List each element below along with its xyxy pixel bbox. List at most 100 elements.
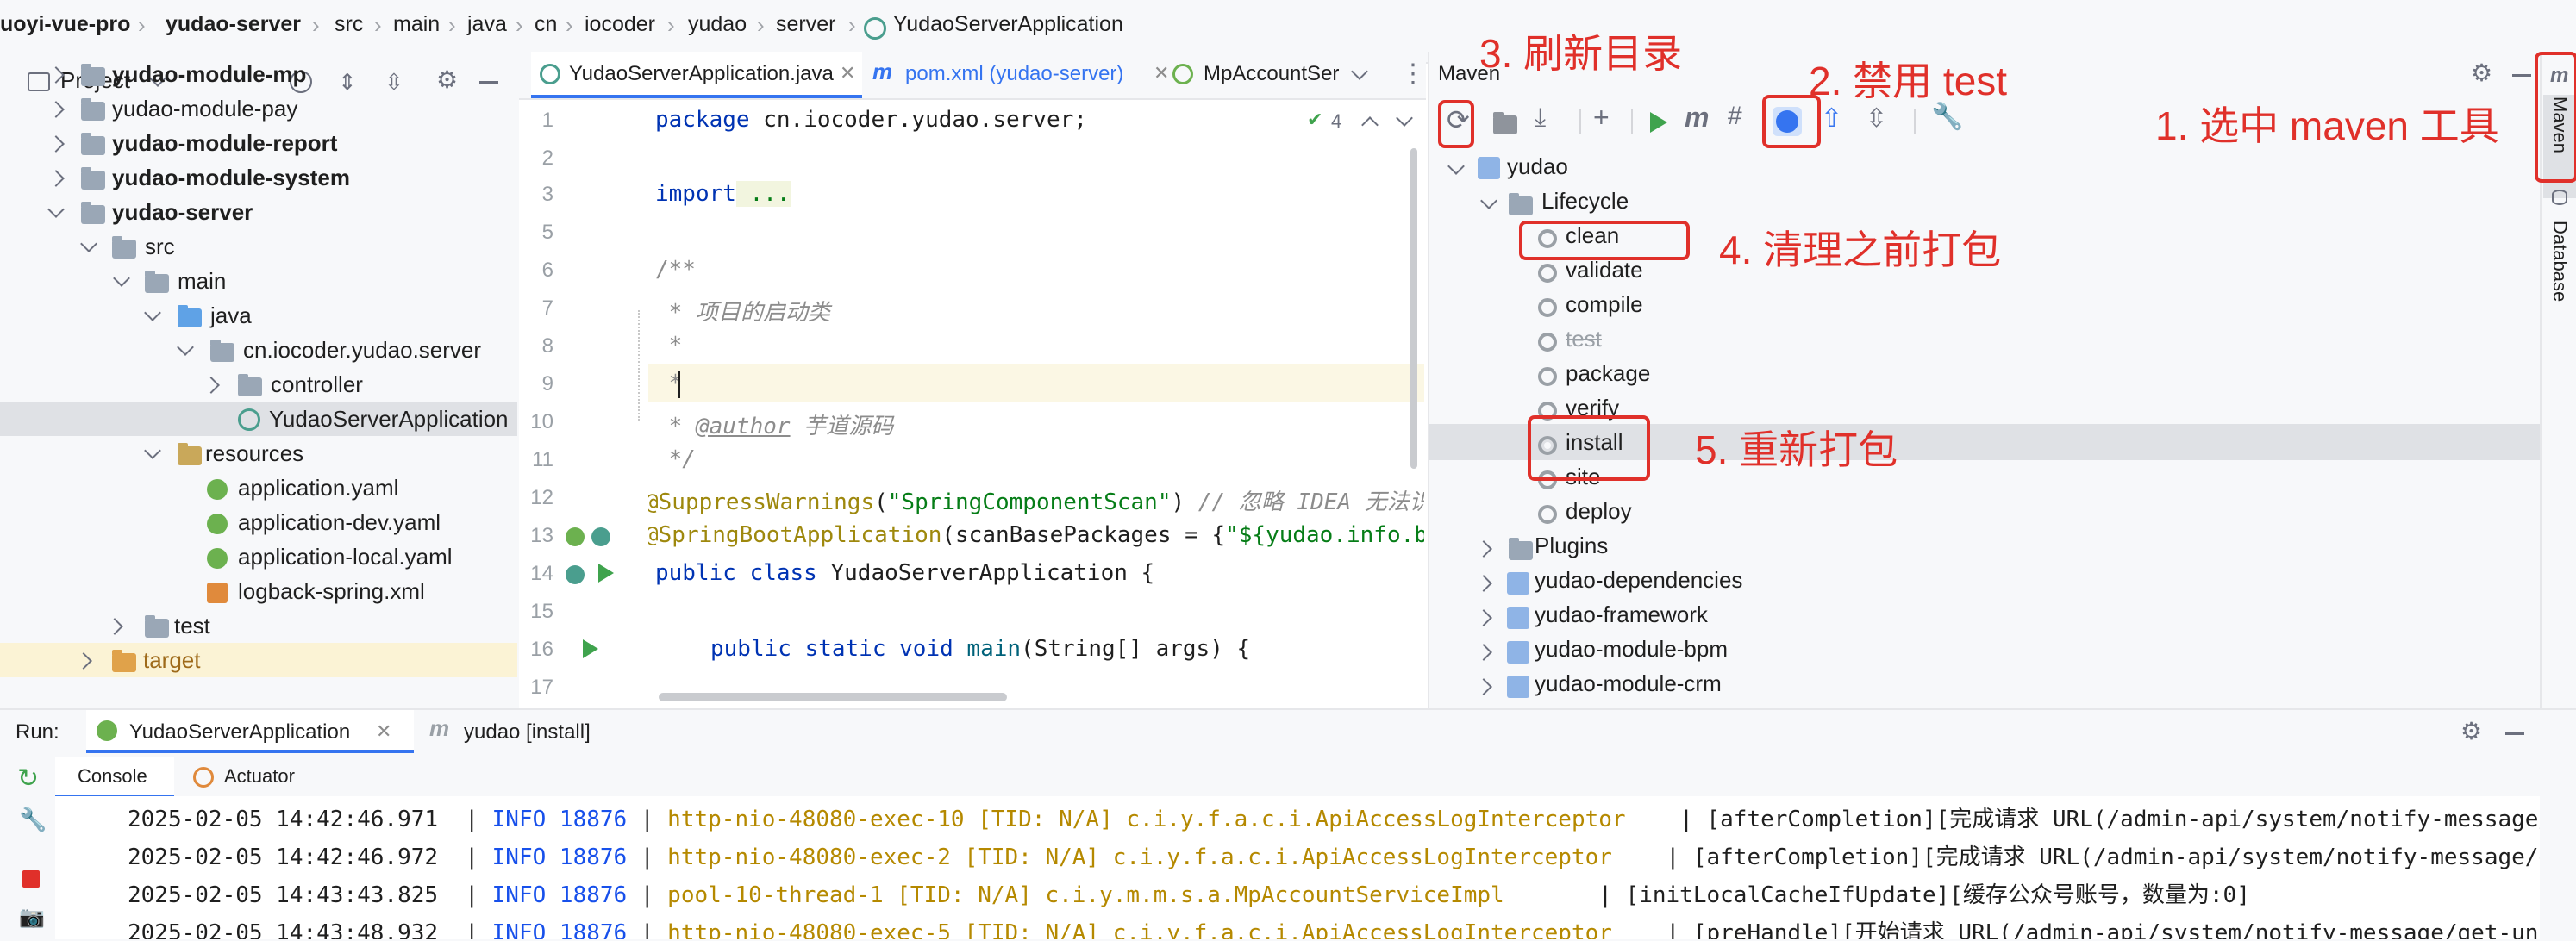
rerun-icon[interactable]: ↻ [17, 763, 39, 794]
console-output[interactable]: 2025-02-05 14:42:46.971 | INFO 18876 | h… [55, 796, 2540, 939]
breadcrumb-item[interactable]: cn [535, 12, 557, 37]
tree-item[interactable]: yudao-module-report [0, 126, 517, 160]
chevron-right-icon[interactable] [47, 170, 65, 187]
plus-icon[interactable]: + [1593, 102, 1610, 134]
breadcrumb-item[interactable]: yudao [688, 12, 747, 37]
goal-package[interactable]: package [1566, 360, 1650, 387]
spring-gutter-icon[interactable] [591, 527, 610, 546]
chevron-right-icon[interactable] [1475, 678, 1492, 695]
minimize-icon[interactable] [2505, 732, 2524, 735]
module-node[interactable]: yudao-module-crm [1535, 670, 1722, 697]
tree-item[interactable]: yudao-server [0, 195, 517, 229]
wrench-icon[interactable]: 🔧 [19, 807, 47, 833]
module-node[interactable]: yudao-dependencies [1535, 567, 1742, 594]
spring-gutter-icon[interactable] [566, 565, 585, 584]
breadcrumb-item[interactable]: server [776, 12, 835, 37]
database-tool-tab[interactable]: Database [2548, 221, 2571, 302]
folded-imports[interactable]: ... [735, 181, 791, 207]
tab-mp-account[interactable]: MpAccountSer [1169, 52, 1350, 98]
tree-item[interactable]: application-local.yaml [0, 539, 517, 574]
tree-item-selected[interactable]: YudaoServerApplication [0, 402, 517, 436]
execute-goal-icon[interactable]: m [1685, 102, 1709, 134]
horizontal-scrollbar[interactable] [659, 693, 1007, 701]
download-icon[interactable]: ⤓ [1535, 103, 1546, 133]
chevron-right-icon[interactable] [203, 377, 220, 394]
chevron-down-icon[interactable] [1351, 63, 1368, 80]
tree-item[interactable]: main [0, 264, 517, 298]
breadcrumb-item[interactable]: yudao-server [166, 12, 301, 37]
lifecycle-node[interactable]: Lifecycle [1541, 188, 1629, 215]
tree-item[interactable]: cn.iocoder.yudao.server [0, 333, 517, 367]
tree-item[interactable]: yudao-module-mp [0, 62, 517, 91]
show-dependencies-icon[interactable]: ⇧ [1821, 103, 1842, 134]
inspection-ok-icon[interactable]: ✔ [1307, 109, 1322, 131]
chevron-right-icon[interactable] [47, 101, 65, 118]
chevron-down-icon[interactable] [47, 201, 65, 218]
chevron-down-icon[interactable] [144, 304, 161, 321]
tree-item[interactable]: java [0, 298, 517, 333]
breadcrumb-item[interactable]: YudaoServerApplication [893, 12, 1123, 37]
gear-icon[interactable]: ⚙ [2471, 59, 2492, 87]
module-node[interactable]: yudao-module-bpm [1535, 636, 1728, 663]
chevron-down-icon[interactable] [177, 339, 194, 356]
run-icon[interactable] [598, 564, 614, 583]
tree-item[interactable]: application-dev.yaml [0, 505, 517, 539]
close-icon[interactable]: ✕ [840, 62, 855, 84]
tab-pom-xml[interactable]: m pom.xml (yudao-server) ✕ [867, 52, 1186, 98]
goal-deploy[interactable]: deploy [1566, 498, 1632, 525]
vertical-scrollbar[interactable] [1410, 148, 1417, 469]
breadcrumb-item[interactable]: main [393, 12, 440, 37]
run-icon[interactable] [583, 639, 598, 658]
tree-item[interactable]: test [0, 608, 517, 643]
chevron-down-icon[interactable] [113, 270, 130, 287]
tree-item[interactable]: resources [0, 436, 517, 470]
add-maven-project-icon[interactable] [1493, 112, 1517, 134]
run-tab-server[interactable]: YudaoServerApplication ✕ [86, 710, 414, 753]
tree-item[interactable]: controller [0, 367, 517, 402]
chevron-right-icon[interactable] [75, 652, 92, 670]
plugins-node[interactable]: Plugins [1535, 533, 1608, 559]
inspection-count[interactable]: 4 [1331, 110, 1341, 133]
chevron-right-icon[interactable] [47, 135, 65, 153]
goal-validate[interactable]: validate [1566, 257, 1643, 284]
camera-icon[interactable]: 📷 [19, 905, 45, 930]
chevron-down-icon[interactable] [80, 235, 97, 252]
chevron-down-icon[interactable] [1480, 192, 1497, 209]
chevron-right-icon[interactable] [1475, 644, 1492, 661]
toggle-offline-icon[interactable]: # [1728, 102, 1742, 131]
subtab-console[interactable]: Console [55, 757, 174, 798]
tab-yudao-server-application[interactable]: YudaoServerApplication.java ✕ [531, 52, 862, 98]
breadcrumb-item[interactable]: src [335, 12, 363, 37]
chevron-down-icon[interactable] [144, 442, 161, 459]
breadcrumb-item[interactable]: iocoder [585, 12, 655, 37]
gear-icon[interactable]: ⚙ [2460, 717, 2482, 745]
run-icon[interactable] [1650, 112, 1667, 133]
chevron-right-icon[interactable] [47, 66, 65, 84]
breadcrumb-item[interactable]: java [467, 12, 507, 37]
chevron-right-icon[interactable] [106, 618, 123, 635]
close-icon[interactable]: ✕ [376, 720, 391, 743]
goal-compile[interactable]: compile [1566, 291, 1643, 318]
spring-bean-gutter-icon[interactable] [566, 527, 585, 546]
collapse-all-icon[interactable]: ⇳ [1866, 103, 1887, 134]
tree-item[interactable]: logback-spring.xml [0, 574, 517, 608]
chevron-right-icon[interactable] [1475, 575, 1492, 592]
tree-item[interactable]: yudao-module-pay [0, 91, 517, 126]
goal-test[interactable]: test [1566, 326, 1602, 352]
maven-root[interactable]: yudao [1507, 153, 1568, 180]
run-tab-install[interactable]: m yudao [install] [426, 710, 633, 753]
chevron-down-icon[interactable] [1447, 158, 1465, 175]
stop-icon[interactable] [22, 870, 40, 888]
chevron-right-icon[interactable] [1475, 609, 1492, 626]
tree-item[interactable]: yudao-module-system [0, 160, 517, 195]
breadcrumb-item[interactable]: uoyi-vue-pro [0, 12, 130, 37]
chevron-right-icon[interactable] [1475, 540, 1492, 558]
minimize-icon[interactable] [2512, 74, 2531, 77]
close-icon[interactable]: ✕ [1154, 62, 1169, 84]
code-area[interactable]: package cn.iocoder.yudao.server; import … [648, 100, 1424, 708]
module-node[interactable]: yudao-framework [1535, 601, 1708, 628]
tree-item[interactable]: target [0, 643, 517, 677]
tree-item[interactable]: src [0, 229, 517, 264]
subtab-actuator[interactable]: Actuator [186, 757, 324, 798]
more-icon[interactable]: ⋮ [1400, 59, 1426, 89]
